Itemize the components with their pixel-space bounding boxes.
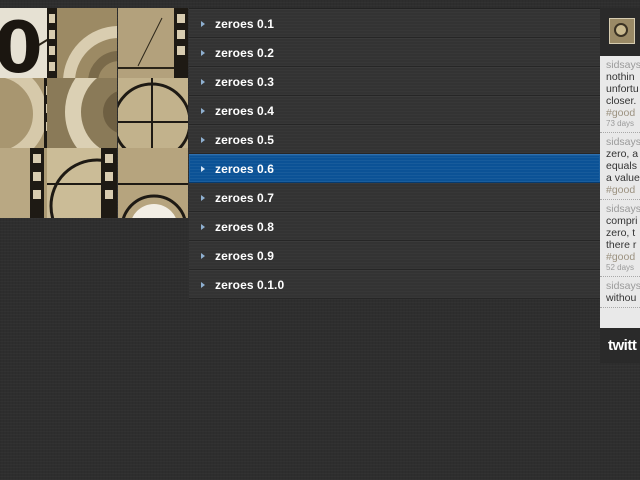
twitter-widget-header <box>600 8 640 56</box>
tweet: sidsays withou <box>600 277 640 308</box>
menu-item[interactable]: zeroes 0.7 <box>189 183 600 212</box>
tweet-hashtag[interactable]: #good <box>606 251 640 263</box>
menu-item[interactable]: zeroes 0.1 <box>189 9 600 38</box>
tweet-username[interactable]: sidsays <box>606 280 640 292</box>
tweet-username[interactable]: sidsays <box>606 59 640 71</box>
caret-right-icon <box>201 20 205 27</box>
menu-item[interactable]: zeroes 0.4 <box>189 96 600 125</box>
tweet-timestamp[interactable]: 73 days <box>606 119 640 129</box>
menu-item-label: zeroes 0.9 <box>215 248 275 263</box>
caret-right-icon <box>201 194 205 201</box>
menu-item[interactable]: zeroes 0.1.0 <box>189 270 600 299</box>
film-tile <box>118 148 188 218</box>
tweet-text: nothin <box>606 71 635 83</box>
menu-item[interactable]: zeroes 0.2 <box>189 38 600 67</box>
twitter-logo[interactable]: twitt <box>608 337 637 354</box>
film-tile <box>47 78 117 148</box>
tweet-username[interactable]: sidsays <box>606 203 640 215</box>
tweet-text: a value <box>606 172 640 184</box>
tweet-text: there r <box>606 239 637 251</box>
tweet-hashtag[interactable]: #good <box>606 107 640 119</box>
film-countdown-mosaic: 0 <box>0 8 188 218</box>
menu-item[interactable]: zeroes 0.5 <box>189 125 600 154</box>
tweet-list: sidsays nothin unfortu closer. #good 73 days s… <box>600 56 640 328</box>
countdown-digit: 0 <box>0 8 43 78</box>
caret-right-icon <box>201 49 205 56</box>
caret-right-icon <box>201 252 205 259</box>
menu-item-label: zeroes 0.6 <box>215 161 275 176</box>
tweet-username[interactable]: sidsays <box>606 136 640 148</box>
twitter-widget-footer: twitt <box>600 328 640 363</box>
menu-item-label: zeroes 0.8 <box>215 219 275 234</box>
tweet: sidsays nothin unfortu closer. #good 73 days <box>600 56 640 133</box>
tweet-hashtag[interactable]: #good <box>606 184 640 196</box>
tweet: sidsays zero, a equals a value #good <box>600 133 640 200</box>
film-tile <box>118 78 188 148</box>
tweet-text: compri <box>606 215 638 227</box>
avatar[interactable] <box>609 18 635 44</box>
menu-item[interactable]: zeroes 0.8 <box>189 212 600 241</box>
tweet-text: withou <box>606 292 637 304</box>
menu-item-label: zeroes 0.5 <box>215 132 275 147</box>
menu-item-label: zeroes 0.7 <box>215 190 275 205</box>
tweet-text: unfortu <box>606 83 639 95</box>
tweet-timestamp[interactable]: 52 days <box>606 263 640 273</box>
menu-item[interactable]: zeroes 0.3 <box>189 67 600 96</box>
caret-right-icon <box>201 223 205 230</box>
episode-menu: zeroes 0.1 zeroes 0.2 zeroes 0.3 zeroes 0.4… <box>189 8 600 299</box>
menu-item[interactable]: zeroes 0.6 <box>189 154 600 183</box>
menu-item-label: zeroes 0.4 <box>215 103 275 118</box>
film-tile <box>47 8 117 78</box>
tweet-text: zero, a <box>606 148 639 160</box>
film-tile <box>47 148 117 218</box>
menu-item-label: zeroes 0.1.0 <box>215 277 285 292</box>
tweet-text: closer. <box>606 95 637 107</box>
caret-right-icon <box>201 78 205 85</box>
menu-item-label: zeroes 0.3 <box>215 74 275 89</box>
menu-item-label: zeroes 0.2 <box>215 45 275 60</box>
menu-item[interactable]: zeroes 0.9 <box>189 241 600 270</box>
menu-item-label: zeroes 0.1 <box>215 16 275 31</box>
tweet: sidsays compri zero, t there r #good 52 days <box>600 200 640 277</box>
tweet-text: equals <box>606 160 637 172</box>
film-tile <box>118 8 188 78</box>
caret-right-icon <box>201 107 205 114</box>
tweet-text: zero, t <box>606 227 636 239</box>
caret-right-icon <box>201 281 205 288</box>
caret-right-icon <box>201 136 205 143</box>
caret-right-icon <box>201 165 205 172</box>
twitter-widget: sidsays nothin unfortu closer. #good 73 days s… <box>600 8 640 363</box>
